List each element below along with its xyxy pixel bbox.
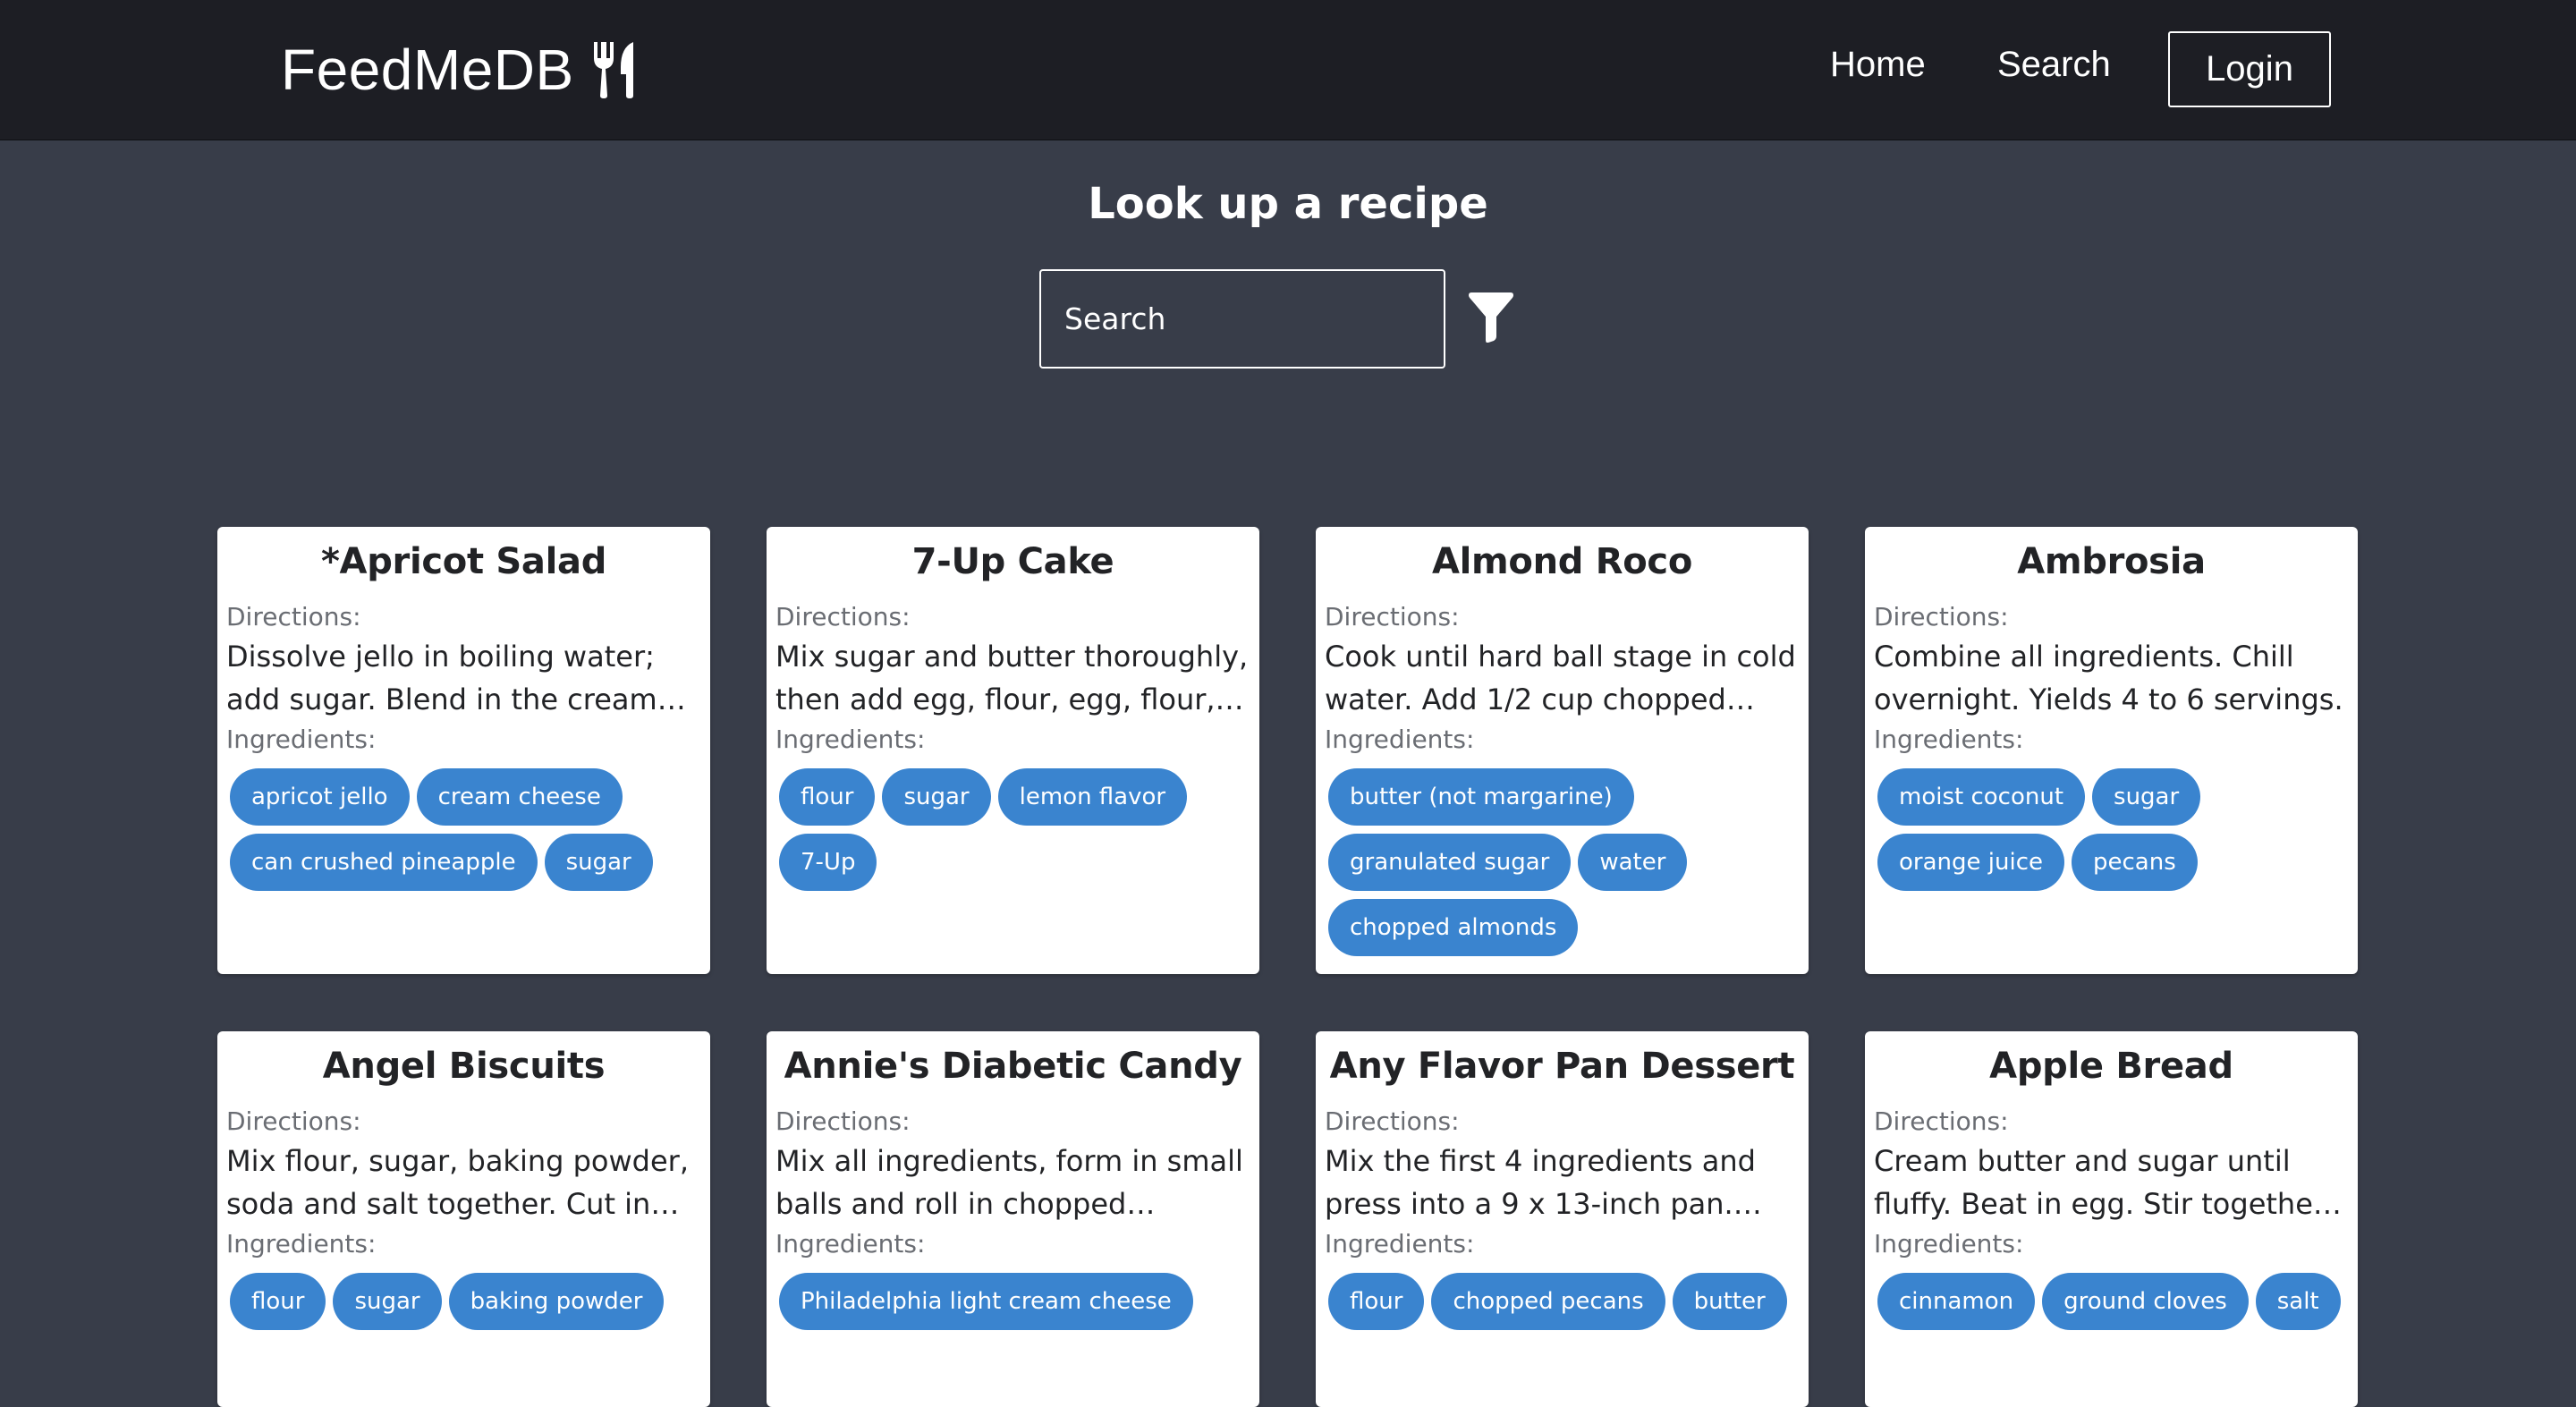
recipe-directions: Mix flour, sugar, baking powder, soda an… bbox=[226, 1144, 689, 1221]
recipe-title[interactable]: Ambrosia bbox=[1874, 527, 2349, 593]
ingredient-chip[interactable]: sugar bbox=[2092, 768, 2201, 826]
ingredient-chip[interactable]: sugar bbox=[882, 768, 991, 826]
ingredients-label: Ingredients: bbox=[226, 725, 377, 754]
recipe-title[interactable]: 7-Up Cake bbox=[775, 527, 1250, 593]
login-button[interactable]: Login bbox=[2168, 31, 2331, 107]
recipe-card[interactable]: 7-Up Cake Directions: Mix sugar and butter… bbox=[767, 527, 1259, 974]
ingredient-chip[interactable]: sugar bbox=[333, 1273, 442, 1330]
recipe-title[interactable]: Almond Roco bbox=[1325, 527, 1800, 593]
directions-label: Directions: bbox=[1325, 1106, 1460, 1136]
recipe-title[interactable]: *Apricot Salad bbox=[226, 527, 701, 593]
recipe-title[interactable]: Apple Bread bbox=[1874, 1031, 2349, 1098]
ingredient-chip[interactable]: cinnamon bbox=[1877, 1273, 2036, 1330]
brand-name: FeedMeDB bbox=[281, 38, 574, 102]
navbar: FeedMeDB Home Search Login bbox=[0, 0, 2576, 140]
recipe-directions: Dissolve jello in boiling water; add sug… bbox=[226, 640, 657, 716]
directions-label: Directions: bbox=[775, 1106, 911, 1136]
directions-label: Directions: bbox=[226, 1106, 361, 1136]
recipe-directions: Combine all ingredients. Chill overnight… bbox=[1874, 640, 2343, 716]
ingredient-chip[interactable]: water bbox=[1578, 834, 1688, 891]
ingredient-chip[interactable]: apricot jello bbox=[230, 768, 410, 826]
ingredients-label: Ingredients: bbox=[226, 1229, 377, 1259]
ingredient-chip[interactable]: chopped pecans bbox=[1431, 1273, 1665, 1330]
ingredient-chip[interactable]: Philadelphia light cream cheese bbox=[779, 1273, 1193, 1330]
ingredient-chip[interactable]: baking powder bbox=[448, 1273, 665, 1330]
ingredient-chip[interactable]: butter (not margarine) bbox=[1328, 768, 1634, 826]
directions-label: Directions: bbox=[775, 602, 911, 631]
recipe-directions: Cream butter and sugar until fluffy. Bea… bbox=[1874, 1144, 2326, 1221]
brand-link[interactable]: FeedMeDB bbox=[281, 30, 640, 109]
ingredient-list: butter (not margarine) granulated sugar wa… bbox=[1325, 768, 1800, 956]
recipe-card[interactable]: Any Flavor Pan Dessert Directions: Mix the… bbox=[1316, 1031, 1809, 1407]
recipe-card[interactable]: Ambrosia Directions: Combine all ingredien… bbox=[1865, 527, 2358, 974]
search-input[interactable] bbox=[1039, 269, 1445, 369]
recipe-directions: Mix sugar and butter thoroughly, then ad… bbox=[775, 640, 1249, 716]
ingredient-list: apricot jello cream cheese can crushed pin… bbox=[226, 768, 701, 891]
ingredient-list: moist coconut sugar orange juice pecans bbox=[1874, 768, 2349, 891]
directions-label: Directions: bbox=[226, 602, 361, 631]
directions-label: Directions: bbox=[1325, 602, 1460, 631]
recipe-title[interactable]: Any Flavor Pan Dessert bbox=[1325, 1031, 1800, 1098]
ingredients-label: Ingredients: bbox=[775, 725, 926, 754]
recipe-card[interactable]: Angel Biscuits Directions: Mix flour, suga… bbox=[217, 1031, 710, 1407]
filter-button[interactable] bbox=[1467, 292, 1515, 343]
recipe-directions: Cook until hard ball stage in cold water… bbox=[1325, 640, 1796, 716]
filter-icon bbox=[1469, 292, 1513, 343]
recipe-card[interactable]: *Apricot Salad Directions: Dissolve jello … bbox=[217, 527, 710, 974]
ingredient-chip[interactable]: 7-Up bbox=[779, 834, 877, 891]
nav-search-link[interactable]: Search bbox=[1997, 45, 2111, 85]
recipe-title[interactable]: Annie's Diabetic Candy bbox=[775, 1031, 1250, 1098]
ingredient-chip[interactable]: cream cheese bbox=[416, 768, 623, 826]
ingredients-label: Ingredients: bbox=[1325, 1229, 1475, 1259]
ingredients-label: Ingredients: bbox=[1874, 1229, 2024, 1259]
ingredient-chip[interactable]: pecans bbox=[2072, 834, 2198, 891]
ingredients-label: Ingredients: bbox=[1325, 725, 1475, 754]
recipe-card[interactable]: Apple Bread Directions: Cream butter and s… bbox=[1865, 1031, 2358, 1407]
recipe-directions: Mix the first 4 ingredients and press in… bbox=[1325, 1144, 1756, 1221]
recipe-title[interactable]: Angel Biscuits bbox=[226, 1031, 701, 1098]
ingredients-label: Ingredients: bbox=[1874, 725, 2024, 754]
directions-label: Directions: bbox=[1874, 602, 2009, 631]
ingredient-list: flour sugar baking powder bbox=[226, 1273, 701, 1330]
ingredient-list: flour sugar lemon flavor 7-Up bbox=[775, 768, 1250, 891]
ingredient-chip[interactable]: flour bbox=[1328, 1273, 1425, 1330]
utensils-icon bbox=[593, 42, 633, 98]
ingredient-chip[interactable]: can crushed pineapple bbox=[230, 834, 538, 891]
ingredient-list: Philadelphia light cream cheese bbox=[775, 1273, 1250, 1330]
ingredient-chip[interactable]: flour bbox=[230, 1273, 326, 1330]
recipe-card[interactable]: Annie's Diabetic Candy Directions: Mix all… bbox=[767, 1031, 1259, 1407]
recipe-directions: Mix all ingredients, form in small balls… bbox=[775, 1144, 1243, 1221]
ingredient-chip[interactable]: orange juice bbox=[1877, 834, 2064, 891]
ingredient-chip[interactable]: salt bbox=[2255, 1273, 2341, 1330]
ingredient-chip[interactable]: chopped almonds bbox=[1328, 899, 1579, 956]
ingredient-chip[interactable]: flour bbox=[779, 768, 876, 826]
ingredient-list: flour chopped pecans butter bbox=[1325, 1273, 1800, 1330]
page-title: Look up a recipe bbox=[1088, 179, 1488, 229]
ingredient-list: cinnamon ground cloves salt bbox=[1874, 1273, 2349, 1330]
ingredient-chip[interactable]: lemon flavor bbox=[997, 768, 1188, 826]
ingredient-chip[interactable]: ground cloves bbox=[2042, 1273, 2249, 1330]
directions-label: Directions: bbox=[1874, 1106, 2009, 1136]
ingredient-chip[interactable]: sugar bbox=[544, 834, 653, 891]
ingredient-chip[interactable]: moist coconut bbox=[1877, 768, 2086, 826]
ingredient-chip[interactable]: butter bbox=[1672, 1273, 1787, 1330]
nav-home-link[interactable]: Home bbox=[1830, 45, 1926, 85]
recipe-card[interactable]: Almond Roco Directions: Cook until hard ba… bbox=[1316, 527, 1809, 974]
ingredient-chip[interactable]: granulated sugar bbox=[1328, 834, 1572, 891]
ingredients-label: Ingredients: bbox=[775, 1229, 926, 1259]
